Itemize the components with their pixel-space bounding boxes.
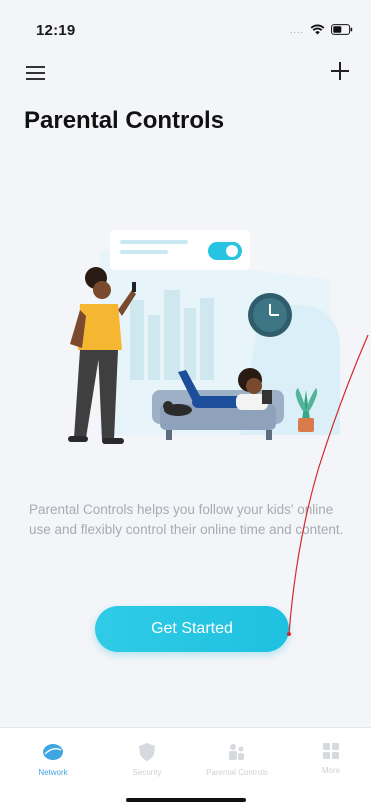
tab-security[interactable]: Security — [110, 742, 184, 777]
page-title: Parental Controls — [24, 107, 225, 134]
tab-parental-controls-label: Parental Controls — [206, 768, 268, 777]
home-indicator — [126, 798, 246, 802]
get-started-button[interactable]: Get Started — [95, 606, 289, 652]
tab-network-label: Network — [38, 768, 68, 777]
tab-parental-controls[interactable]: Parental Controls — [200, 742, 274, 777]
status-icons: .... — [290, 24, 353, 35]
hamburger-menu-icon[interactable] — [26, 64, 48, 82]
tab-more[interactable]: More — [294, 742, 368, 775]
parental-controls-illustration — [68, 230, 340, 444]
bottom-tab-bar: Network Security Parental Controls More — [0, 727, 371, 806]
wifi-icon — [310, 24, 325, 35]
tab-security-label: Security — [132, 768, 162, 777]
clock-icon — [248, 293, 292, 337]
network-icon — [43, 744, 63, 760]
family-icon — [229, 744, 244, 760]
battery-icon — [331, 24, 353, 35]
tab-more-label: More — [321, 766, 341, 775]
shield-icon — [139, 743, 155, 761]
signal-dots-icon: .... — [289, 24, 304, 35]
tab-network[interactable]: Network — [16, 742, 90, 777]
status-bar: 12:19 .... — [0, 0, 371, 50]
plus-icon[interactable] — [329, 60, 351, 82]
toggle-card — [110, 230, 250, 270]
description-text: Parental Controls helps you follow your … — [29, 502, 344, 537]
status-time: 12:19 — [36, 22, 76, 39]
grid-icon — [323, 743, 339, 759]
